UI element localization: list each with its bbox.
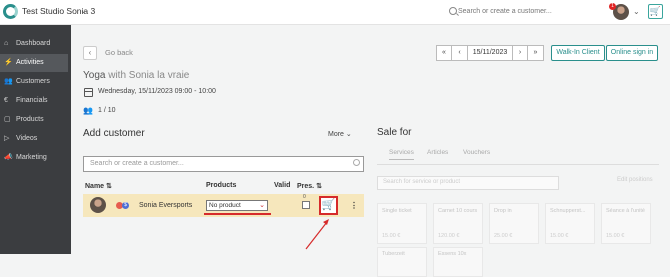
top-bar: Test Studio Sonia 3 ⌄ Search or create a… (0, 0, 670, 25)
box-icon: ▢ (4, 116, 11, 123)
euro-icon: € (4, 97, 8, 104)
product-tile[interactable]: Drop in 25.00 € (489, 203, 539, 244)
sidebar-item-products[interactable]: ▢ Products (0, 111, 68, 129)
sidebar-item-marketing[interactable]: 📣 Marketing (0, 149, 68, 167)
product-tile[interactable]: Essens 10x (433, 247, 483, 277)
sidebar-item-financials[interactable]: € Financials (0, 92, 68, 110)
product-tile[interactable]: Schnupperst... 15.00 € (545, 203, 595, 244)
edit-positions-link[interactable]: Edit positions (617, 177, 653, 183)
activity-icon: ⚡ (4, 59, 13, 66)
sidebar-item-videos[interactable]: ▷ Videos (0, 130, 68, 148)
global-search-input[interactable]: Search or create a customer... (458, 8, 552, 15)
tab-services[interactable]: Services (389, 149, 414, 160)
product-tile[interactable]: Carnet 10 cours 120.00 € (433, 203, 483, 244)
chevron-down-icon[interactable]: ⌄ (80, 5, 88, 16)
tab-vouchers[interactable]: Vouchers (463, 149, 490, 156)
notification-badge: 1 (609, 3, 616, 10)
sidebar-item-customers[interactable]: 👥 Customers (0, 73, 68, 91)
product-tile[interactable]: Single ticket 15.00 € (377, 203, 427, 244)
sidebar-item-dashboard[interactable]: ⌂ Dashboard (0, 35, 68, 53)
app-logo-icon (3, 4, 18, 19)
home-icon: ⌂ (4, 40, 9, 47)
sidebar-item-activities[interactable]: ⚡ Activities (0, 54, 68, 72)
cart-icon[interactable]: 🛒 (648, 4, 663, 19)
users-icon: 👥 (4, 78, 13, 85)
chevron-down-icon[interactable]: ⌄ (633, 7, 640, 16)
product-tile[interactable]: Séance à l'unité 15.00 € (601, 203, 651, 244)
main-content: ‹ Go back « ‹ 15/11/2023 › » Walk-In Cli… (71, 25, 670, 277)
product-tile[interactable]: Tuberzeit (377, 247, 427, 277)
sale-tabs: Services Articles Vouchers (377, 147, 659, 165)
sale-search-input[interactable]: Search for service or product (377, 176, 559, 190)
search-icon (449, 7, 457, 15)
megaphone-icon: 📣 (4, 154, 13, 161)
play-icon: ▷ (4, 135, 10, 142)
sidebar: ⌂ Dashboard ⚡ Activities 👥 Customers € Finan… (0, 25, 71, 254)
tab-articles[interactable]: Articles (427, 149, 448, 156)
